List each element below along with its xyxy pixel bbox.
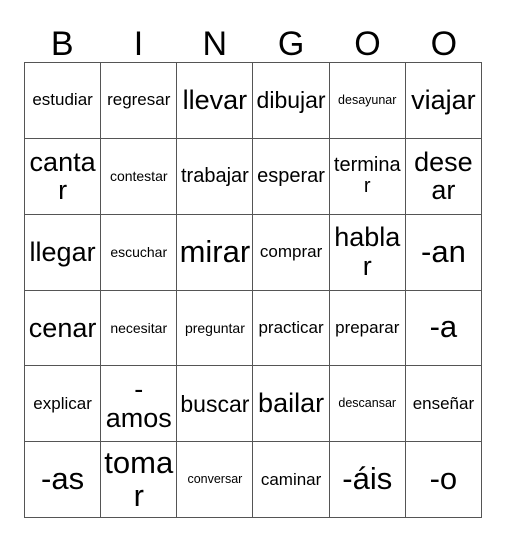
bingo-cell-label: estudiar xyxy=(32,90,93,110)
bingo-cell-label: necesitar xyxy=(110,319,168,336)
bingo-cell[interactable]: esperar xyxy=(253,138,330,215)
bingo-cell-label: desayunar xyxy=(338,92,397,107)
bingo-cell-label: esperar xyxy=(257,164,325,187)
bingo-cell-label: llegar xyxy=(29,236,96,267)
bingo-header-letter: O xyxy=(354,25,381,63)
bingo-cell-label: terminar xyxy=(333,154,401,198)
bingo-cell[interactable]: llevar xyxy=(177,63,254,139)
bingo-cell-label: preguntar xyxy=(184,319,245,336)
bingo-card: B I N G O O estudiar regresar llevar dibujar desa… xyxy=(0,0,506,544)
bingo-cell-label: escuchar xyxy=(110,243,168,260)
bingo-cell-label: -o xyxy=(429,461,458,497)
bingo-cell[interactable]: -o xyxy=(405,442,482,518)
bingo-cell-label: desear xyxy=(414,146,473,206)
bingo-cell[interactable]: descansar xyxy=(329,366,406,443)
bingo-cell-label: explicar xyxy=(33,393,92,413)
bingo-cell-label: contestar xyxy=(109,167,168,184)
bingo-header-letter: G xyxy=(277,25,305,63)
bingo-cell[interactable]: caminar xyxy=(253,442,330,518)
bingo-header-letter: I xyxy=(133,25,144,63)
bingo-cell[interactable]: conversar xyxy=(177,442,254,518)
bingo-cell[interactable]: cenar xyxy=(25,290,102,367)
bingo-cell-label: -an xyxy=(421,233,466,269)
bingo-cell[interactable]: -áis xyxy=(329,442,406,518)
bingo-cell[interactable]: escuchar xyxy=(101,214,178,291)
bingo-header-letter: N xyxy=(202,25,228,63)
bingo-grid: estudiar regresar llevar dibujar desayunar vi… xyxy=(24,62,482,518)
bingo-cell-label: mirar xyxy=(179,233,251,269)
bingo-cell-label: -amos xyxy=(105,374,172,433)
bingo-cell[interactable]: cantar xyxy=(25,138,102,215)
bingo-cell[interactable]: hablar xyxy=(329,214,406,291)
bingo-cell[interactable]: viajar xyxy=(405,63,482,139)
bingo-cell-label: conversar xyxy=(187,471,243,486)
bingo-cell[interactable]: tomar xyxy=(101,442,178,518)
bingo-cell[interactable]: desayunar xyxy=(329,63,406,139)
bingo-cell[interactable]: regresar xyxy=(101,63,178,139)
bingo-cell-label: llevar xyxy=(182,85,248,116)
bingo-cell[interactable]: contestar xyxy=(101,138,178,215)
bingo-cell-label: trabajar xyxy=(181,164,249,187)
bingo-cell[interactable]: estudiar xyxy=(25,63,102,139)
bingo-cell-label: practicar xyxy=(258,317,324,337)
bingo-cell-label: cenar xyxy=(28,312,97,343)
bingo-cell[interactable]: buscar xyxy=(177,366,254,443)
bingo-cell[interactable]: desear xyxy=(405,138,482,215)
bingo-cell-label: viajar xyxy=(411,85,476,116)
bingo-cell[interactable]: necesitar xyxy=(101,290,178,367)
bingo-header-row: BINGOO xyxy=(24,14,482,62)
bingo-cell-label: bailar xyxy=(258,388,325,419)
bingo-cell-label: dibujar xyxy=(256,87,326,114)
bingo-cell[interactable]: comprar xyxy=(253,214,330,291)
bingo-header-letter: B xyxy=(50,25,74,63)
bingo-cell-label: enseñar xyxy=(412,393,475,413)
bingo-cell-label: -áis xyxy=(342,461,393,497)
bingo-cell[interactable]: -an xyxy=(405,214,482,291)
bingo-cell[interactable]: practicar xyxy=(253,290,330,367)
bingo-cell-label: preparar xyxy=(335,317,400,337)
bingo-cell[interactable]: llegar xyxy=(25,214,102,291)
bingo-cell[interactable]: explicar xyxy=(25,366,102,443)
bingo-cell[interactable]: -amos xyxy=(101,366,178,443)
bingo-cell-label: descansar xyxy=(338,396,397,411)
bingo-cell-label: caminar xyxy=(260,469,322,489)
bingo-cell[interactable]: trabajar xyxy=(177,138,254,215)
bingo-cell[interactable]: preguntar xyxy=(177,290,254,367)
bingo-cell-label: comprar xyxy=(259,242,323,262)
bingo-cell-label: regresar xyxy=(107,90,171,110)
bingo-cell[interactable]: enseñar xyxy=(405,366,482,443)
bingo-cell-label: buscar xyxy=(180,390,250,417)
bingo-cell[interactable]: terminar xyxy=(329,138,406,215)
bingo-cell[interactable]: preparar xyxy=(329,290,406,367)
bingo-header-letter: O xyxy=(430,25,458,63)
bingo-cell-label: tomar xyxy=(104,444,174,513)
bingo-cell-label: -as xyxy=(41,461,85,497)
bingo-cell-label: -a xyxy=(429,309,458,345)
bingo-cell-label: cantar xyxy=(29,146,96,206)
bingo-cell[interactable]: dibujar xyxy=(253,63,330,139)
bingo-cell[interactable]: -as xyxy=(25,442,102,518)
bingo-cell[interactable]: mirar xyxy=(177,214,254,291)
bingo-cell-label: hablar xyxy=(334,222,401,282)
bingo-cell[interactable]: bailar xyxy=(253,366,330,443)
bingo-cell[interactable]: -a xyxy=(405,290,482,367)
